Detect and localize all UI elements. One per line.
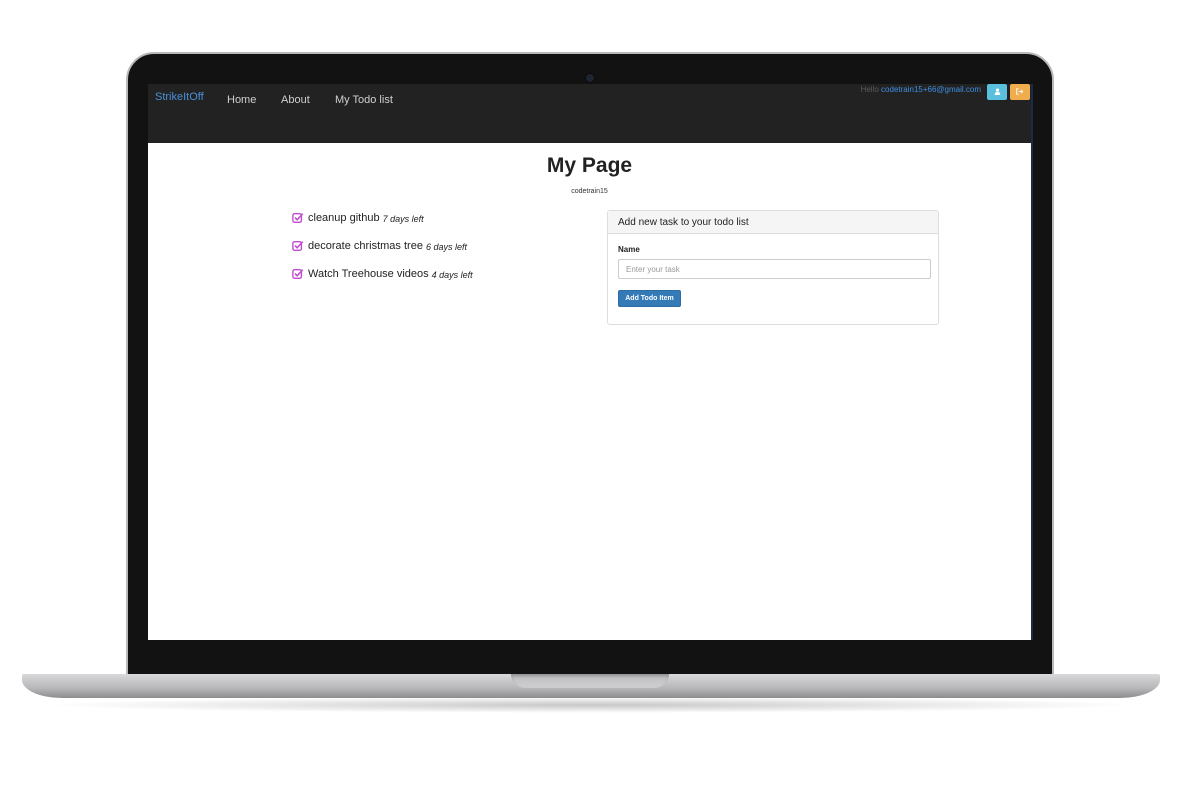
page-username: codetrain15 <box>571 188 608 195</box>
navbar: StrikeItOff Home About My Todo list Hell… <box>148 84 1031 143</box>
todo-task: decorate christmas tree <box>308 240 423 252</box>
hello-label: Hello <box>860 85 879 94</box>
todo-days-left: 6 days left <box>425 242 467 252</box>
add-task-panel: Add new task to your todo list Name Add … <box>607 210 939 325</box>
page-title: My Page <box>546 154 633 177</box>
user-icon <box>994 88 1000 95</box>
user-greeting: Hello codetrain15+66@gmail.com <box>861 85 981 94</box>
name-label: Name <box>618 245 640 254</box>
profile-button[interactable] <box>987 84 1007 100</box>
todo-item: cleanup github 7 days left <box>292 212 473 240</box>
screen-edge <box>1031 84 1033 640</box>
todo-item: Watch Treehouse videos 4 days left <box>292 268 473 296</box>
todo-days-left: 4 days left <box>431 270 473 280</box>
laptop-notch <box>511 674 669 688</box>
camera <box>586 74 594 82</box>
sign-out-button[interactable] <box>1010 84 1030 100</box>
checked-box-icon[interactable] <box>292 240 304 252</box>
brand-link[interactable]: StrikeItOff <box>155 91 204 103</box>
laptop-shadow <box>40 697 1142 713</box>
todo-task: Watch Treehouse videos <box>308 268 429 280</box>
checked-box-icon[interactable] <box>292 212 304 224</box>
user-email[interactable]: codetrain15+66@gmail.com <box>881 85 981 94</box>
panel-heading: Add new task to your todo list <box>608 211 938 234</box>
nav-link-my-todo-list[interactable]: My Todo list <box>335 94 393 106</box>
todo-task: cleanup github <box>308 212 380 224</box>
sign-out-icon <box>1016 88 1024 95</box>
add-todo-button[interactable]: Add Todo Item <box>618 290 681 307</box>
checked-box-icon[interactable] <box>292 268 304 280</box>
todo-item: decorate christmas tree 6 days left <box>292 240 473 268</box>
todo-list: cleanup github 7 days left decorate chri… <box>292 212 473 296</box>
nav-link-about[interactable]: About <box>281 94 310 106</box>
screen: StrikeItOff Home About My Todo list Hell… <box>148 84 1031 640</box>
todo-days-left: 7 days left <box>382 214 424 224</box>
nav-link-home[interactable]: Home <box>227 94 256 106</box>
task-input[interactable] <box>618 259 931 279</box>
